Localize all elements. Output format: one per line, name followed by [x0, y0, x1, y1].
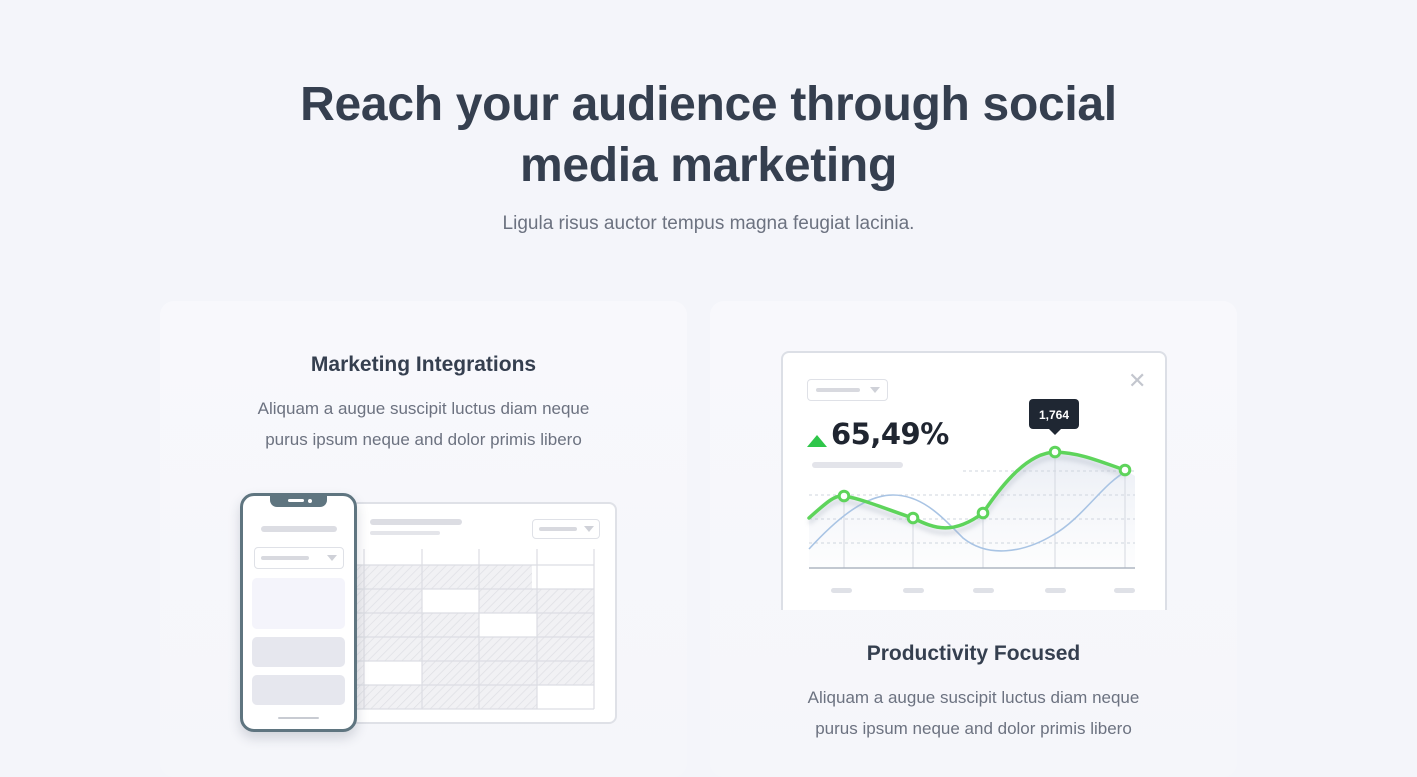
tablet-header-placeholder — [370, 519, 462, 525]
chart-point — [976, 506, 990, 520]
feature-description-line-2: purus ipsum neque and dolor primis liber… — [815, 719, 1132, 738]
chevron-down-icon — [327, 555, 337, 561]
analytics-widget: ✕ 65,49% 1,764 — [781, 351, 1167, 610]
chart-point — [837, 489, 851, 503]
line-chart: 1,764 — [807, 399, 1135, 593]
phone-header-placeholder — [261, 526, 337, 532]
chart-point — [906, 511, 920, 525]
feature-description: Aliquam a augue suscipit luctus diam neq… — [770, 682, 1177, 744]
feature-title: Productivity Focused — [866, 642, 1081, 665]
chart-tooltip: 1,764 — [1029, 399, 1079, 435]
feature-card-productivity-focused: ✕ 65,49% 1,764 Productivity Focused Aliq… — [710, 301, 1237, 777]
phone-home-indicator — [278, 717, 319, 719]
feature-description-line-1: Aliquam a augue suscipit luctus diam neq… — [257, 399, 590, 418]
tablet-table-grid — [352, 549, 595, 710]
tablet-dropdown — [532, 519, 600, 539]
feature-card-marketing-integrations: Marketing Integrations Aliquam a augue s… — [160, 301, 687, 777]
phone-illustration — [240, 493, 357, 732]
hero-title: Reach your audience through social media… — [0, 74, 1417, 196]
chevron-down-icon — [584, 526, 594, 532]
feature-description-line-2: purus ipsum neque and dolor primis liber… — [265, 430, 582, 449]
phone-content-block — [252, 578, 345, 629]
hero-title-line-2: media marketing — [520, 139, 897, 192]
hero-subtitle: Ligula risus auctor tempus magna feugiat… — [502, 213, 915, 234]
feature-description: Aliquam a augue suscipit luctus diam neq… — [220, 393, 627, 455]
feature-description-line-1: Aliquam a augue suscipit luctus diam neq… — [807, 688, 1140, 707]
chart-point — [1048, 445, 1062, 459]
chart-area-fill — [809, 452, 1135, 568]
tablet-illustration — [350, 502, 617, 724]
tablet-subheader-placeholder — [370, 531, 440, 535]
hero-title-line-1: Reach your audience through social — [300, 78, 1117, 131]
phone-content-block — [252, 675, 345, 705]
feature-title: Marketing Integrations — [310, 353, 537, 376]
chart-x-tick-placeholders — [831, 588, 1135, 593]
chart-tooltip-label: 1,764 — [1039, 408, 1069, 422]
chart-point — [1118, 463, 1132, 477]
phone-notch — [270, 496, 327, 507]
phone-dropdown — [254, 547, 344, 569]
phone-content-block — [252, 637, 345, 667]
